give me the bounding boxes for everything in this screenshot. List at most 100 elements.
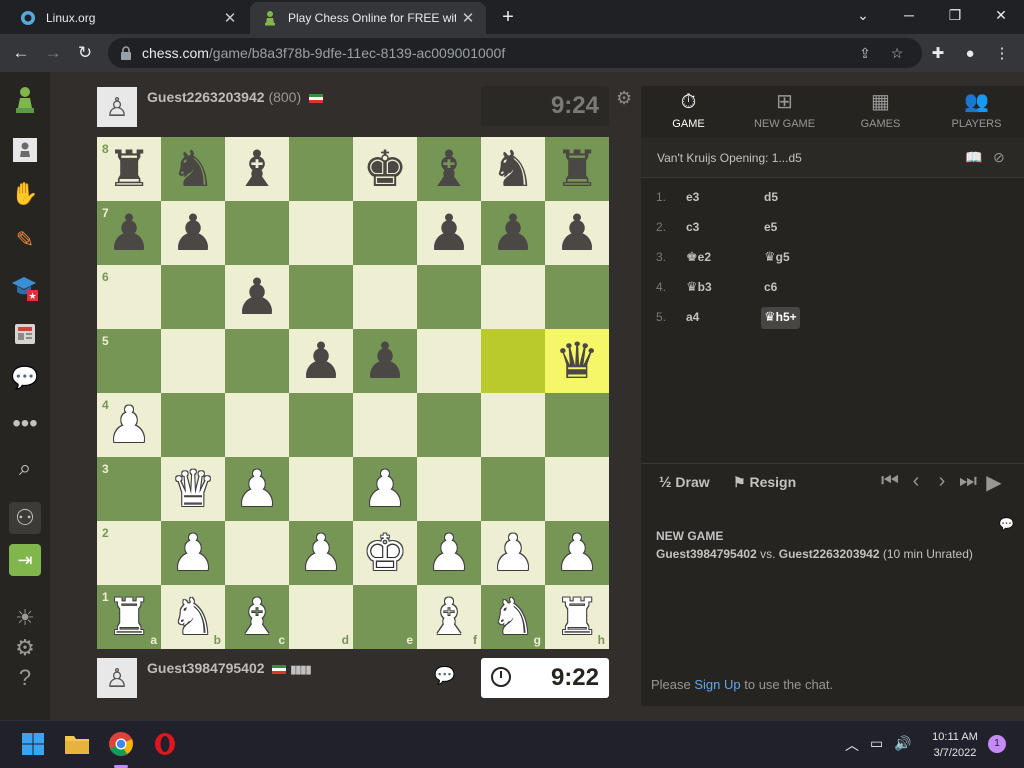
black-move[interactable]: ♛g5: [761, 247, 793, 269]
white-move[interactable]: ♚e2: [683, 247, 714, 269]
square-b7[interactable]: ♟: [161, 201, 225, 265]
black-bishop-piece[interactable]: ♝: [427, 144, 472, 194]
resign-button[interactable]: ⚑ Resign: [733, 474, 796, 491]
white-pawn-piece[interactable]: ♟: [299, 528, 344, 578]
address-bar[interactable]: chess.com/game/b8a3f78b-9dfe-11ec-8139-a…: [108, 38, 922, 68]
black-bishop-piece[interactable]: ♝: [235, 144, 280, 194]
bottom-player-name[interactable]: Guest3984795402 ▮▮▮▮: [147, 660, 312, 676]
restore-button[interactable]: ❐: [932, 0, 978, 30]
avatar[interactable]: ♙: [97, 87, 137, 127]
tab-games[interactable]: ▦ GAMES: [833, 86, 928, 138]
menu-icon[interactable]: ⋮: [992, 44, 1012, 64]
black-queen-piece[interactable]: ♛: [555, 336, 600, 386]
white-bishop-piece[interactable]: ♝: [427, 592, 472, 642]
square-e8[interactable]: ♚: [353, 137, 417, 201]
black-move[interactable]: c6: [761, 277, 780, 299]
square-h8[interactable]: ♜: [545, 137, 609, 201]
square-d5[interactable]: ♟: [289, 329, 353, 393]
square-f6[interactable]: [417, 265, 481, 329]
next-move-icon[interactable]: ›: [931, 470, 953, 493]
square-f7[interactable]: ♟: [417, 201, 481, 265]
square-e7[interactable]: [353, 201, 417, 265]
square-d4[interactable]: [289, 393, 353, 457]
square-a7[interactable]: 7 ♟: [97, 201, 161, 265]
first-move-icon[interactable]: ⏮: [879, 470, 901, 493]
signup-link[interactable]: Sign Up: [694, 677, 740, 692]
book-icon[interactable]: 📖: [965, 149, 982, 166]
white-rook-piece[interactable]: ♜: [107, 592, 152, 642]
square-c8[interactable]: ♝: [225, 137, 289, 201]
settings-icon[interactable]: ⚙: [9, 632, 41, 664]
lessons-icon[interactable]: ★: [9, 272, 41, 304]
square-g3[interactable]: [481, 457, 545, 521]
white-pawn-piece[interactable]: ♟: [171, 528, 216, 578]
square-b3[interactable]: ♛: [161, 457, 225, 521]
square-d6[interactable]: [289, 265, 353, 329]
square-b8[interactable]: ♞: [161, 137, 225, 201]
white-move[interactable]: ♛b3: [683, 277, 715, 299]
chat-toggle-icon[interactable]: 💬: [434, 666, 455, 686]
black-move[interactable]: e5: [761, 217, 780, 239]
learn-icon[interactable]: ✎: [9, 224, 41, 256]
square-e6[interactable]: [353, 265, 417, 329]
square-a8[interactable]: 8 ♜: [97, 137, 161, 201]
opera-icon[interactable]: [150, 729, 180, 759]
square-h2[interactable]: ♟: [545, 521, 609, 585]
file-explorer-icon[interactable]: [62, 729, 92, 759]
tab-players[interactable]: 👥 PLAYERS: [929, 86, 1024, 138]
black-king-piece[interactable]: ♚: [363, 144, 408, 194]
square-a4[interactable]: 4 ♟: [97, 393, 161, 457]
back-icon[interactable]: ←: [8, 40, 34, 66]
white-queen-piece[interactable]: ♛: [171, 464, 216, 514]
square-b5[interactable]: [161, 329, 225, 393]
taskbar-clock[interactable]: 10:11 AM 3/7/2022: [924, 729, 986, 761]
square-g2[interactable]: ♟: [481, 521, 545, 585]
square-a2[interactable]: 2: [97, 521, 161, 585]
display-icon[interactable]: ▭: [870, 735, 883, 752]
white-pawn-piece[interactable]: ♟: [363, 464, 408, 514]
board-grid[interactable]: 8 ♜ ♞ ♝ ♚ ♝ ♞ ♜ 7 ♟ ♟ ♟ ♟ ♟ 6 ♟ 5 ♟ ♟ ♛ 4 ♟ 3 ♛ ♟ ♟ 2 ♟ ♟ ♚ ♟ ♟ ♟ 1 a ♜ b ♞ c ♝…: [97, 137, 609, 649]
black-pawn-piece[interactable]: ♟: [107, 208, 152, 258]
square-h6[interactable]: [545, 265, 609, 329]
share-icon[interactable]: ⇪: [856, 44, 874, 62]
square-b4[interactable]: [161, 393, 225, 457]
puzzles-icon[interactable]: ✋: [9, 178, 41, 210]
square-f4[interactable]: [417, 393, 481, 457]
white-move[interactable]: a4: [683, 307, 702, 329]
square-c4[interactable]: [225, 393, 289, 457]
volume-icon[interactable]: 🔊: [894, 735, 911, 752]
square-h3[interactable]: [545, 457, 609, 521]
black-pawn-piece[interactable]: ♟: [363, 336, 408, 386]
notification-badge[interactable]: 1: [988, 735, 1006, 753]
square-h4[interactable]: [545, 393, 609, 457]
tab-search-icon[interactable]: ⌄: [840, 0, 886, 30]
square-d3[interactable]: [289, 457, 353, 521]
tab-game[interactable]: ⏱ GAME: [641, 86, 736, 138]
tray-overflow-icon[interactable]: ︿: [845, 735, 859, 755]
avatar[interactable]: ♙: [97, 658, 137, 698]
news-icon[interactable]: [9, 318, 41, 350]
square-e3[interactable]: ♟: [353, 457, 417, 521]
white-pawn-piece[interactable]: ♟: [235, 464, 280, 514]
black-knight-piece[interactable]: ♞: [171, 144, 216, 194]
square-a3[interactable]: 3: [97, 457, 161, 521]
square-e1[interactable]: e: [353, 585, 417, 649]
draw-button[interactable]: ½ Draw: [659, 474, 710, 491]
forward-icon[interactable]: →: [40, 40, 66, 66]
square-f5[interactable]: [417, 329, 481, 393]
search-icon[interactable]: ⌕: [9, 452, 41, 484]
compass-icon[interactable]: ⊘: [993, 149, 1005, 166]
square-g8[interactable]: ♞: [481, 137, 545, 201]
square-c1[interactable]: c ♝: [225, 585, 289, 649]
square-b6[interactable]: [161, 265, 225, 329]
previous-move-icon[interactable]: ‹: [905, 470, 927, 493]
help-icon[interactable]: ?: [9, 662, 41, 694]
black-knight-piece[interactable]: ♞: [491, 144, 536, 194]
square-b1[interactable]: b ♞: [161, 585, 225, 649]
black-pawn-piece[interactable]: ♟: [555, 208, 600, 258]
tab-chess-com[interactable]: Play Chess Online for FREE with F ✕: [250, 2, 486, 34]
black-pawn-piece[interactable]: ♟: [235, 272, 280, 322]
square-f2[interactable]: ♟: [417, 521, 481, 585]
square-c6[interactable]: ♟: [225, 265, 289, 329]
chess-com-logo-icon[interactable]: [9, 84, 41, 116]
